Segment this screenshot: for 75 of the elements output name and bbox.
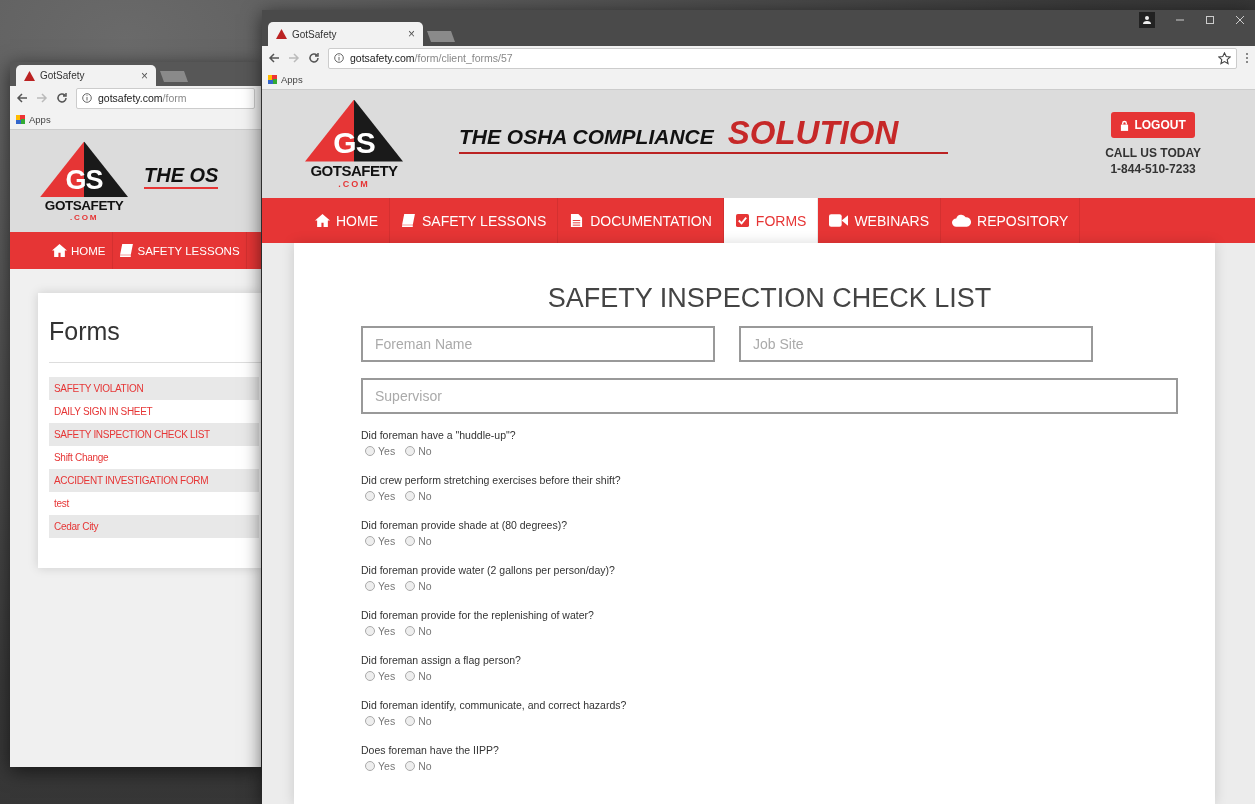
- user-icon[interactable]: [1139, 12, 1155, 28]
- menu-icon[interactable]: [1245, 52, 1249, 64]
- warning-triangle-icon: [24, 70, 35, 81]
- radio-option[interactable]: No: [405, 713, 432, 729]
- question-label: Did crew perform stretching exercises before their shift?: [361, 473, 622, 488]
- browser-tab[interactable]: GotSafety ×: [268, 22, 423, 46]
- cloud-icon: [952, 214, 972, 227]
- question-label: Did foreman have a "huddle-up"?: [361, 428, 517, 443]
- question-label: Did foreman provide water (2 gallons per person/day)?: [361, 563, 616, 578]
- video-camera-icon: [829, 214, 849, 227]
- browser-tab[interactable]: GotSafety ×: [16, 65, 156, 86]
- home-icon: [315, 214, 330, 227]
- phone-number: 1-844-510-7233: [1110, 162, 1196, 176]
- tab-title: GotSafety: [40, 70, 86, 81]
- form-link[interactable]: ACCIDENT INVESTIGATION FORM: [49, 469, 259, 492]
- question-label: Did foreman provide shade at (80 degrees)?: [361, 518, 569, 533]
- address-field[interactable]: gotsafety.com/form/client_forms/57: [328, 47, 1237, 69]
- maximize-icon[interactable]: [1205, 15, 1215, 25]
- warning-triangle-icon: [276, 29, 287, 39]
- logout-button[interactable]: LOGOUT: [1111, 112, 1195, 138]
- text-field[interactable]: Foreman Name: [361, 326, 715, 362]
- close-icon[interactable]: [1235, 15, 1245, 25]
- radio-option[interactable]: No: [405, 578, 432, 594]
- info-icon: [334, 53, 344, 63]
- radio-option[interactable]: Yes: [365, 713, 396, 729]
- radio-option[interactable]: Yes: [365, 623, 396, 639]
- radio-option[interactable]: No: [405, 623, 432, 639]
- question-label: Did foreman assign a flag person?: [361, 653, 522, 668]
- form-link[interactable]: test: [49, 492, 259, 515]
- text-field[interactable]: Supervisor: [361, 378, 1178, 414]
- radio-option[interactable]: Yes: [365, 443, 396, 459]
- info-icon: [82, 93, 92, 103]
- nav-tab[interactable]: FORMS: [723, 198, 819, 243]
- apps-bookmark[interactable]: Apps: [268, 74, 303, 85]
- question-label: Did foreman provide for the replenishing of water?: [361, 608, 595, 623]
- radio-option[interactable]: No: [405, 488, 432, 504]
- radio-option[interactable]: Yes: [365, 578, 396, 594]
- address-field[interactable]: gotsafety.com/form: [76, 87, 255, 109]
- form-link[interactable]: SAFETY VIOLATION: [49, 377, 259, 400]
- book-icon: [401, 214, 416, 227]
- reload-icon[interactable]: [56, 92, 68, 104]
- back-arrow-icon[interactable]: [268, 52, 280, 64]
- form-link[interactable]: SAFETY INSPECTION CHECK LIST: [49, 423, 259, 446]
- document-icon: [569, 214, 585, 227]
- checkbox-icon: [734, 214, 750, 227]
- question-label: Did foreman identify, communicate, and correct hazards?: [361, 698, 628, 713]
- radio-option[interactable]: Yes: [365, 758, 396, 774]
- radio-option[interactable]: No: [405, 668, 432, 684]
- book-icon: [118, 244, 134, 257]
- tab-title: GotSafety: [292, 28, 338, 40]
- star-icon[interactable]: [1218, 51, 1231, 65]
- text-field[interactable]: Job Site: [739, 326, 1093, 362]
- radio-option[interactable]: No: [405, 758, 432, 774]
- new-tab-button[interactable]: [427, 31, 455, 42]
- lock-icon: [1120, 119, 1130, 131]
- tagline: THE OSHA COMPLIANCE SOLUTION: [459, 114, 949, 154]
- radio-option[interactable]: Yes: [365, 488, 396, 504]
- close-tab-button[interactable]: ×: [141, 68, 148, 83]
- form-link[interactable]: Cedar City: [49, 515, 259, 538]
- apps-bookmark[interactable]: Apps: [16, 114, 51, 125]
- radio-option[interactable]: Yes: [365, 668, 396, 684]
- form-link[interactable]: Shift Change: [49, 446, 259, 469]
- call-label: CALL US TODAY: [1105, 146, 1201, 160]
- form-title: SAFETY INSPECTION CHECK LIST: [546, 283, 993, 314]
- radio-option[interactable]: No: [405, 443, 432, 459]
- reload-icon[interactable]: [308, 52, 320, 64]
- close-tab-button[interactable]: ×: [408, 27, 415, 41]
- radio-option[interactable]: Yes: [365, 533, 396, 549]
- form-link[interactable]: DAILY SIGN IN SHEET: [49, 400, 259, 423]
- back-arrow-icon[interactable]: [16, 92, 28, 104]
- home-icon: [52, 244, 67, 257]
- page-heading: Forms: [49, 317, 121, 346]
- question-label: Does foreman have the IIPP?: [361, 743, 500, 758]
- radio-option[interactable]: No: [405, 533, 432, 549]
- tagline: THE OS: [144, 163, 219, 189]
